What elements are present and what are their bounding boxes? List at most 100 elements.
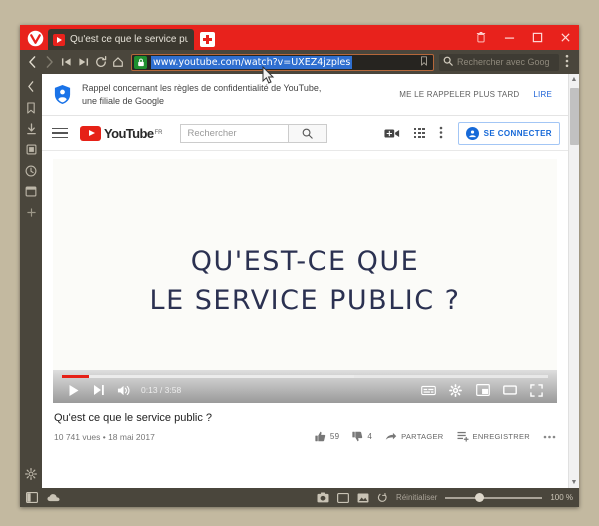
home-button[interactable]: [109, 52, 126, 72]
youtube-logo-text: YouTube: [104, 125, 154, 141]
account-circle-icon: [465, 126, 479, 140]
hamburger-icon[interactable]: [52, 127, 68, 139]
progress-bar[interactable]: [62, 375, 548, 378]
zoom-slider-rail: [445, 497, 543, 499]
like-button[interactable]: 59: [315, 431, 340, 442]
camera-icon[interactable]: [317, 492, 329, 503]
youtube-play-icon: [80, 125, 101, 141]
publish-date: 18 mai 2017: [108, 431, 155, 442]
video-player[interactable]: QU'EST-CE QUE LE SERVICE PUBLIC ? 0:13 /…: [53, 159, 557, 403]
rewind-button[interactable]: [58, 52, 75, 72]
share-button[interactable]: PARTAGER: [385, 431, 443, 442]
animation-icon[interactable]: [377, 492, 388, 503]
panel-collapse-icon[interactable]: [22, 77, 40, 96]
panel-windows-icon[interactable]: [22, 182, 40, 201]
play-icon[interactable]: [61, 380, 86, 400]
meta-separator: •: [102, 431, 106, 442]
fullscreen-icon[interactable]: [524, 380, 549, 400]
progress-loaded: [62, 375, 354, 378]
zoom-slider-knob[interactable]: [475, 493, 485, 502]
remind-later-button[interactable]: ME LE RAPPELER PLUS TARD: [399, 90, 519, 99]
panel-bookmarks-icon[interactable]: [22, 98, 40, 117]
new-tab-button[interactable]: [200, 32, 215, 47]
address-bar[interactable]: www.youtube.com/watch?v=UXEZ4jzples: [131, 53, 434, 71]
view-count: 10 741 vues • 18 mai 2017: [54, 432, 155, 442]
subtitles-icon[interactable]: [416, 380, 441, 400]
web-page: Rappel concernant les règles de confiden…: [42, 74, 568, 488]
panel-notes-icon[interactable]: [22, 140, 40, 159]
thumbs-up-icon: [315, 431, 326, 442]
youtube-favicon-icon: [53, 33, 65, 46]
privacy-banner-text: Rappel concernant les règles de confiden…: [82, 83, 322, 106]
maximize-button[interactable]: [523, 25, 551, 50]
save-button[interactable]: ENREGISTRER: [457, 431, 530, 442]
scrollbar-thumb[interactable]: [570, 88, 579, 145]
player-controls: 0:13 / 3:58: [53, 370, 557, 403]
miniplayer-icon[interactable]: [470, 380, 495, 400]
privacy-banner-actions: ME LE RAPPELER PLUS TARD LIRE: [399, 90, 558, 99]
panel-add-icon[interactable]: [22, 203, 40, 222]
read-more-link[interactable]: LIRE: [533, 90, 552, 99]
fastforward-button[interactable]: [75, 52, 92, 72]
theater-mode-icon[interactable]: [497, 380, 522, 400]
zoom-slider[interactable]: [445, 492, 543, 503]
next-video-icon[interactable]: [86, 380, 111, 400]
like-count: 59: [329, 432, 340, 441]
url-text: www.youtube.com/watch?v=UXEZ4jzples: [151, 55, 353, 69]
panel-settings-icon[interactable]: [22, 464, 40, 483]
scroll-down-arrow[interactable]: ▼: [571, 477, 578, 488]
more-actions-button[interactable]: [543, 435, 556, 439]
dislike-button[interactable]: 4: [352, 431, 372, 442]
zoom-reset-button[interactable]: Réinitialiser: [396, 493, 437, 502]
video-meta: Qu'est ce que le service public ? 10 741…: [42, 403, 568, 442]
google-search-icon: [443, 56, 453, 68]
youtube-logo[interactable]: YouTube FR: [80, 125, 163, 141]
minimize-button[interactable]: [495, 25, 523, 50]
youtube-country-code: FR: [154, 130, 163, 136]
youtube-search-button[interactable]: [288, 124, 327, 142]
youtube-search-box[interactable]: Rechercher: [180, 123, 328, 143]
panel-toggle-icon[interactable]: [26, 492, 38, 503]
bookmark-outline-icon[interactable]: [420, 55, 431, 69]
masthead-right-controls: SE CONNECTER: [384, 121, 560, 145]
trash-icon[interactable]: [467, 25, 495, 50]
close-button[interactable]: [551, 25, 579, 50]
thumbs-down-icon: [352, 431, 363, 442]
tab-youtube[interactable]: Qu'est ce que le service pu: [48, 29, 194, 50]
video-meta-row: 10 741 vues • 18 mai 2017 59 4 PARTAGER …: [54, 431, 556, 442]
control-row: 0:13 / 3:58: [61, 380, 549, 400]
thumbnail-line-1: QU'EST-CE QUE: [190, 246, 420, 277]
search-input[interactable]: Rechercher avec Goog: [457, 57, 550, 67]
page-scrollbar[interactable]: ▲ ▼: [568, 74, 579, 488]
forward-button[interactable]: [41, 52, 58, 72]
sign-in-button[interactable]: SE CONNECTER: [457, 121, 560, 145]
volume-icon[interactable]: [111, 380, 136, 400]
horizontal-dots-icon: [543, 435, 556, 438]
apps-grid-icon[interactable]: [413, 127, 425, 139]
back-button[interactable]: [24, 52, 41, 72]
tile-icon[interactable]: [336, 492, 349, 503]
tab-title: Qu'est ce que le service pu: [70, 34, 188, 45]
youtube-search-input[interactable]: Rechercher: [181, 125, 288, 142]
reload-button[interactable]: [92, 52, 109, 72]
status-right-group: Réinitialiser 100 %: [317, 492, 573, 503]
cloud-icon[interactable]: [47, 493, 60, 502]
browser-menu-icon[interactable]: [559, 54, 575, 71]
scrollbar-track[interactable]: [569, 85, 579, 477]
tab-bar: Qu'est ce que le service pu: [20, 25, 579, 50]
save-label: ENREGISTRER: [472, 432, 530, 441]
panel-history-icon[interactable]: [22, 161, 40, 180]
panel-downloads-icon[interactable]: [22, 119, 40, 138]
player-right-controls: [416, 380, 549, 400]
scroll-up-arrow[interactable]: ▲: [571, 74, 578, 85]
secure-lock-icon[interactable]: [134, 55, 147, 69]
desktop-background: Qu'est ce que le service pu www.youtube.…: [0, 0, 599, 526]
privacy-reminder-banner: Rappel concernant les règles de confiden…: [42, 74, 568, 116]
youtube-more-icon[interactable]: [439, 126, 444, 141]
image-icon[interactable]: [357, 492, 369, 503]
thumbnail-line-2: LE SERVICE PUBLIC ?: [149, 285, 461, 316]
vivaldi-logo-icon[interactable]: [24, 27, 46, 49]
player-settings-gear-icon[interactable]: [443, 380, 468, 400]
search-bar[interactable]: Rechercher avec Goog: [439, 53, 559, 71]
video-camera-icon[interactable]: [384, 128, 400, 139]
